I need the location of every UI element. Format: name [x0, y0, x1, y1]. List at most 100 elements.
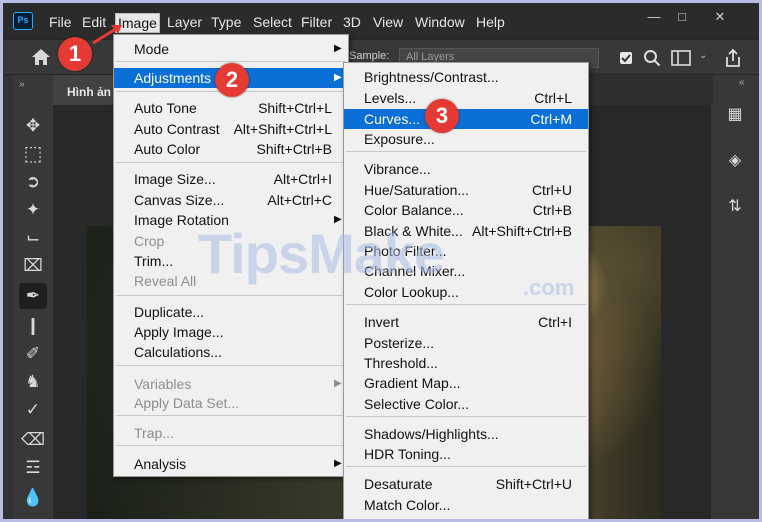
- menu-item-label: Desaturate: [364, 476, 433, 492]
- adjustments-menu-item-desaturate[interactable]: Desaturate Shift+Ctrl+U: [344, 474, 588, 494]
- menu-item-label: Analysis: [134, 456, 187, 472]
- menu-type[interactable]: Type: [211, 14, 241, 30]
- image-menu-item-auto-contrast[interactable]: Auto Contrast Alt+Shift+Ctrl+L: [114, 119, 348, 139]
- menu-item-shortcut: Shift+Ctrl+B: [256, 141, 332, 157]
- maximize-icon[interactable]: □: [671, 9, 693, 29]
- adjustments-menu-item-brightness-contrast[interactable]: Brightness/Contrast...: [344, 67, 588, 87]
- menu-layer[interactable]: Layer: [167, 14, 202, 30]
- move-tool-icon[interactable]: ✥: [19, 113, 47, 139]
- document-tab-title: Hình ản: [67, 85, 111, 99]
- image-menu-item-auto-tone[interactable]: Auto Tone Shift+Ctrl+L: [114, 98, 348, 118]
- paint-bucket-tool-icon[interactable]: ☲: [19, 455, 47, 481]
- menu-item-shortcut: Alt+Shift+Ctrl+L: [233, 121, 332, 137]
- image-menu-item-apply-image[interactable]: Apply Image...: [114, 322, 348, 342]
- menu-item-label: Vibrance...: [364, 161, 431, 177]
- adjustments-menu-item-posterize[interactable]: Posterize...: [344, 333, 588, 353]
- image-menu-item-mode[interactable]: Mode ▶: [114, 39, 348, 59]
- image-menu-item-calculations[interactable]: Calculations...: [114, 342, 348, 362]
- panel-collapse-icon[interactable]: «: [739, 77, 745, 88]
- image-menu-item-canvas-size[interactable]: Canvas Size... Alt+Ctrl+C: [114, 190, 348, 210]
- history-brush-tool-icon[interactable]: ✓: [19, 397, 47, 423]
- blur-tool-icon[interactable]: 💧: [19, 485, 47, 511]
- brush-tool-icon[interactable]: ✐: [19, 341, 47, 367]
- adjustments-panel-icon[interactable]: ⇅: [721, 193, 749, 221]
- watermark: TipsMake: [198, 222, 445, 285]
- stamp-tool-icon[interactable]: ♞: [19, 369, 47, 395]
- menu-3d[interactable]: 3D: [343, 14, 361, 30]
- share-icon[interactable]: [723, 48, 743, 68]
- menu-help[interactable]: Help: [476, 14, 505, 30]
- adjustments-menu-item-shadows-highlights[interactable]: Shadows/Highlights...: [344, 424, 588, 444]
- image-menu-item-auto-color[interactable]: Auto Color Shift+Ctrl+B: [114, 139, 348, 159]
- adjustments-menu-item-curves[interactable]: Curves... Ctrl+M: [344, 109, 588, 129]
- step-badge-2: 2: [215, 63, 249, 97]
- menu-item-label: Adjustments: [134, 70, 212, 86]
- adjustments-menu-item-hdr-toning[interactable]: HDR Toning...: [344, 444, 588, 464]
- adjustments-menu-item-exposure[interactable]: Exposure...: [344, 129, 588, 149]
- panel-grip-icon[interactable]: »: [19, 79, 25, 90]
- image-menu-item-trap: Trap...: [114, 423, 348, 443]
- adjustments-menu-item-color-balance[interactable]: Color Balance... Ctrl+B: [344, 200, 588, 220]
- menu-item-label: Exposure...: [364, 131, 435, 147]
- properties-panel-icon[interactable]: ▦: [721, 101, 749, 129]
- menu-item-label: Mode: [134, 41, 170, 57]
- adjustments-menu-item-selective-color[interactable]: Selective Color...: [344, 394, 588, 414]
- crop-tool-icon[interactable]: ⌙: [19, 225, 47, 251]
- adjustments-menu-item-threshold[interactable]: Threshold...: [344, 353, 588, 373]
- right-panel-dock: « ▦ ◈ ⇅: [711, 75, 759, 519]
- search-icon[interactable]: [643, 49, 661, 67]
- menu-item-shortcut: Ctrl+U: [531, 182, 572, 198]
- menu-item-label: Levels...: [364, 90, 417, 106]
- menu-separator: [346, 416, 586, 417]
- adjustments-menu-item-hue-saturation[interactable]: Hue/Saturation... Ctrl+U: [344, 180, 588, 200]
- submenu-arrow-icon: ▶: [334, 43, 342, 54]
- tools-panel: » ✥ ⬚ ➲ ✦ ⌙ ⌧ ✒ ❙ ✐ ♞ ✓ ⌫ ☲ 💧: [13, 75, 53, 519]
- menu-item-shortcut: Ctrl+L: [534, 90, 572, 106]
- photoshop-logo-icon: Ps: [13, 12, 33, 30]
- adjustments-menu-item-vibrance[interactable]: Vibrance...: [344, 159, 588, 179]
- home-icon[interactable]: [31, 48, 51, 66]
- marquee-tool-icon[interactable]: ⬚: [19, 141, 47, 167]
- menu-item-label: Invert: [364, 314, 400, 330]
- healing-brush-tool-icon[interactable]: ❙: [19, 313, 47, 339]
- magic-wand-tool-icon[interactable]: ✦: [19, 197, 47, 223]
- menu-item-label: Trap...: [134, 425, 174, 441]
- step-badge-3: 3: [425, 99, 459, 133]
- menu-separator: [116, 162, 346, 163]
- image-menu-item-image-size[interactable]: Image Size... Alt+Ctrl+I: [114, 169, 348, 189]
- adjustments-menu-item-invert[interactable]: Invert Ctrl+I: [344, 312, 588, 332]
- step-arrow-icon: [92, 25, 122, 45]
- eyedropper-tool-icon[interactable]: ✒: [19, 283, 47, 309]
- menu-view[interactable]: View: [373, 14, 403, 30]
- menu-separator: [116, 415, 346, 416]
- chevron-down-icon[interactable]: ⌄: [699, 50, 707, 61]
- menu-item-shortcut: Ctrl+B: [532, 202, 572, 218]
- adjustments-menu-item-match-color[interactable]: Match Color...: [344, 495, 588, 515]
- minimize-icon[interactable]: —: [643, 9, 665, 29]
- adjustments-menu-item-gradient-map[interactable]: Gradient Map...: [344, 373, 588, 393]
- image-menu-item-analysis[interactable]: Analysis ▶: [114, 454, 348, 474]
- photoshop-window: Ps File Edit Image Layer Type Select Fil…: [3, 3, 759, 519]
- submenu-arrow-icon: ▶: [334, 72, 342, 83]
- layers-panel-icon[interactable]: ◈: [721, 147, 749, 175]
- workspace-icon[interactable]: [671, 50, 691, 66]
- eraser-tool-icon[interactable]: ⌫: [19, 427, 47, 453]
- adjustments-menu-item-levels[interactable]: Levels... Ctrl+L: [344, 88, 588, 108]
- image-menu-item-variables: Variables ▶: [114, 374, 348, 394]
- lasso-tool-icon[interactable]: ➲: [19, 169, 47, 195]
- checkbox-icon[interactable]: [619, 51, 633, 65]
- menu-separator: [116, 365, 346, 366]
- close-icon[interactable]: ✕: [709, 9, 731, 29]
- menu-item-label: Auto Contrast: [134, 121, 220, 137]
- menu-file[interactable]: File: [49, 14, 72, 30]
- menu-select[interactable]: Select: [253, 14, 292, 30]
- menu-item-label: Apply Data Set...: [134, 395, 240, 411]
- menu-item-label: Apply Image...: [134, 324, 224, 340]
- menu-item-label: Variables: [134, 376, 192, 392]
- menu-separator: [346, 466, 586, 467]
- menu-filter[interactable]: Filter: [301, 14, 332, 30]
- image-menu-item-duplicate[interactable]: Duplicate...: [114, 302, 348, 322]
- menu-window[interactable]: Window: [415, 14, 465, 30]
- frame-tool-icon[interactable]: ⌧: [19, 253, 47, 279]
- menu-separator: [346, 304, 586, 305]
